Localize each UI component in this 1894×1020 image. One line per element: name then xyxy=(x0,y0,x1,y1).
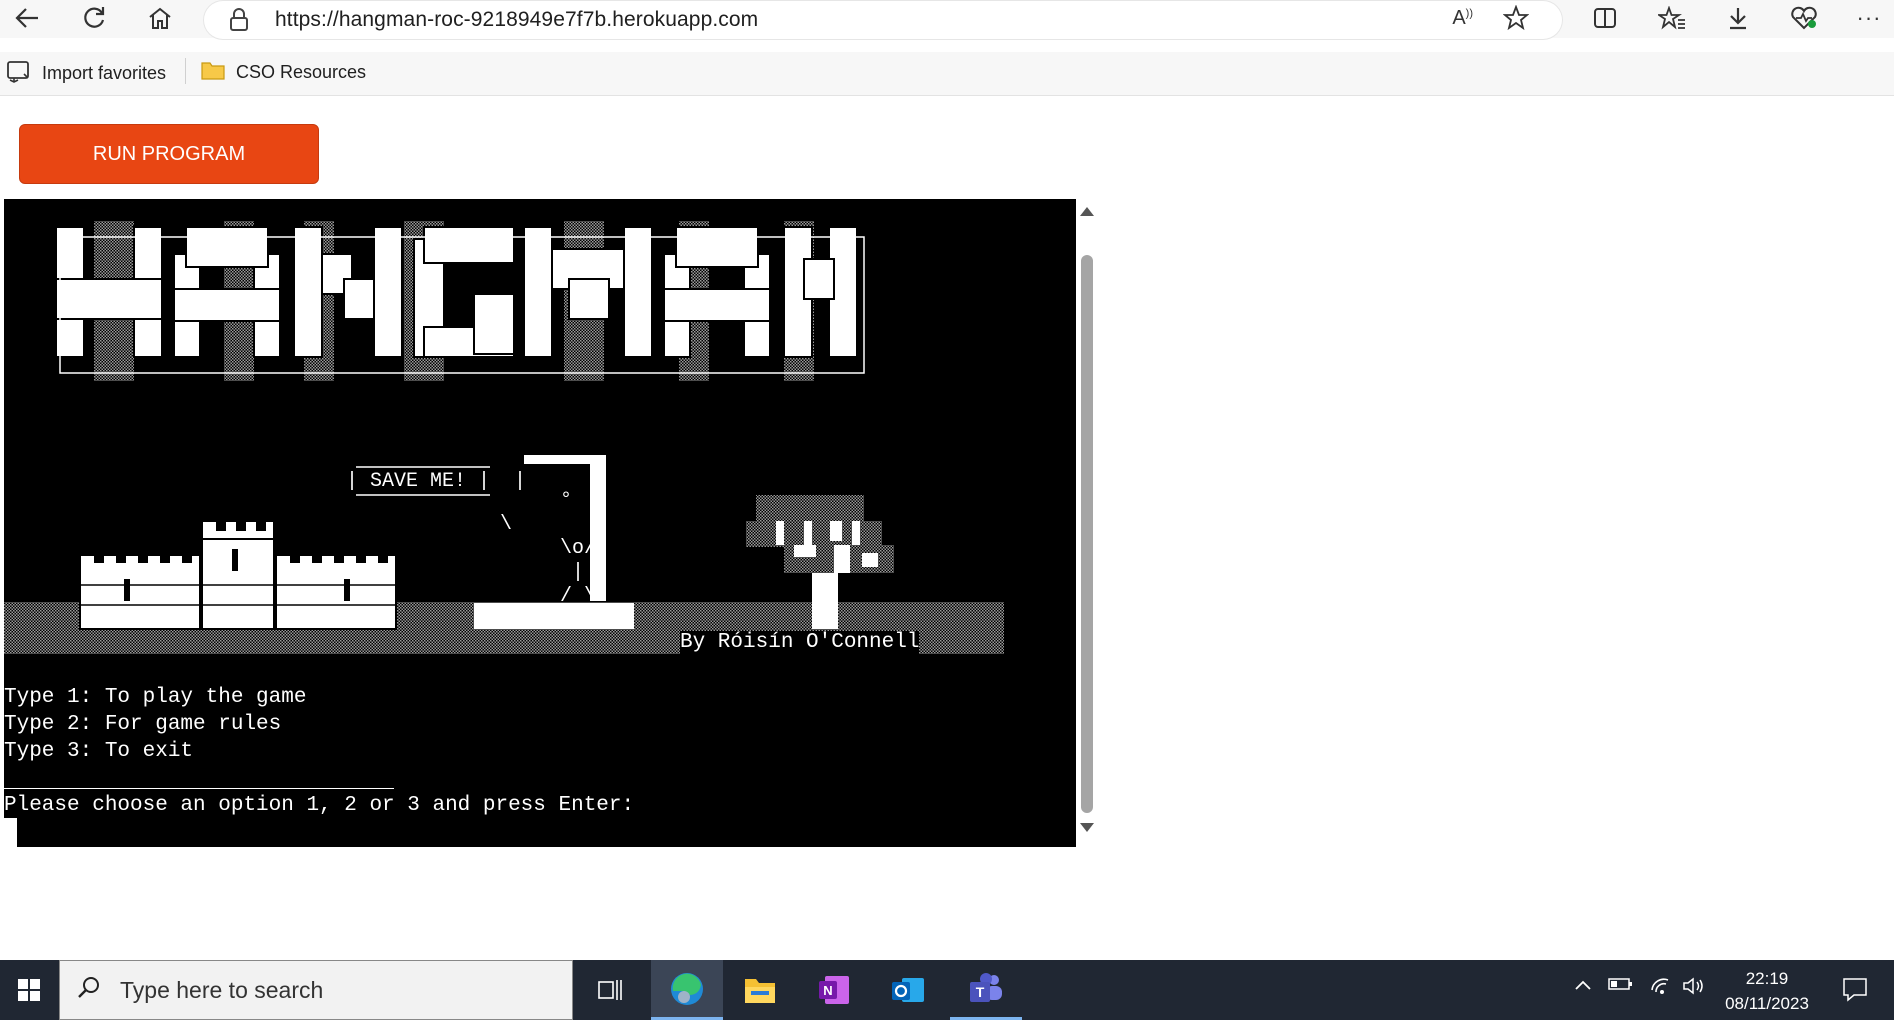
taskbar-search[interactable]: Type here to search xyxy=(59,960,573,1020)
favorites-icon[interactable] xyxy=(1653,2,1691,34)
svg-text:T: T xyxy=(976,984,985,1000)
clock[interactable]: 22:19 08/11/2023 xyxy=(1712,966,1822,1016)
clock-time: 22:19 xyxy=(1745,969,1789,988)
favorite-star-icon[interactable] xyxy=(1502,4,1530,36)
title-art xyxy=(55,221,865,381)
folder-icon xyxy=(200,59,226,86)
terminal-scrollbar[interactable] xyxy=(1076,199,1098,847)
input-prompt[interactable]: Please choose an option 1, 2 or 3 and pr… xyxy=(4,794,634,817)
refresh-icon[interactable] xyxy=(75,2,113,34)
read-aloud-icon[interactable]: A)) xyxy=(1452,7,1473,30)
chevron-up-icon[interactable] xyxy=(1574,976,1592,997)
downloads-icon[interactable] xyxy=(1719,2,1757,34)
menu-option-1: Type 1: To play the game xyxy=(4,686,307,709)
terminal[interactable]: | SAVE ME! | | ° \ \o/ | / \ By Róisín O… xyxy=(4,199,1076,847)
clock-date: 08/11/2023 xyxy=(1725,994,1809,1013)
favorites-bar: Import favorites CSO Resources xyxy=(0,52,1894,96)
task-view-icon[interactable] xyxy=(574,960,646,1020)
castle-art xyxy=(79,519,397,630)
volume-icon[interactable] xyxy=(1682,976,1706,1001)
taskbar: Type here to search N T 22:19 08/11/2023 xyxy=(0,960,1894,1020)
import-icon xyxy=(6,59,32,88)
menu-option-3: Type 3: To exit xyxy=(4,740,194,763)
split-screen-icon[interactable] xyxy=(1586,2,1624,34)
hangman-figure: ° \ \o/ | / \ xyxy=(500,489,597,608)
teams-icon[interactable]: T xyxy=(950,960,1022,1020)
more-options-icon[interactable]: ··· xyxy=(1850,2,1888,34)
windows-start-icon[interactable] xyxy=(0,960,58,1020)
url-text[interactable]: https://hangman-roc-9218949e7f7b.herokua… xyxy=(275,8,758,32)
search-icon xyxy=(76,975,102,1006)
search-placeholder[interactable]: Type here to search xyxy=(120,977,323,1004)
onenote-icon[interactable]: N xyxy=(798,960,870,1020)
menu-option-2: Type 2: For game rules xyxy=(4,713,282,736)
favorite-label: CSO Resources xyxy=(236,62,367,82)
svg-text:N: N xyxy=(823,983,832,998)
browser-essentials-icon[interactable] xyxy=(1785,2,1823,34)
battery-icon[interactable] xyxy=(1608,976,1634,997)
edge-icon[interactable] xyxy=(651,960,723,1020)
run-program-button[interactable]: RUN PROGRAM xyxy=(19,124,319,184)
terminal-corner xyxy=(0,818,17,848)
wifi-icon[interactable] xyxy=(1648,976,1672,1001)
notifications-icon[interactable] xyxy=(1842,976,1868,1007)
outlook-icon[interactable] xyxy=(872,960,944,1020)
menu-divider xyxy=(4,788,394,789)
scroll-down-icon[interactable] xyxy=(1080,823,1094,832)
byline: By Róisín O'Connell xyxy=(680,631,920,654)
favorite-cso-resources[interactable]: CSO Resources xyxy=(200,59,366,86)
speech-bubble-text: SAVE ME! xyxy=(370,470,467,493)
address-bar[interactable]: https://hangman-roc-9218949e7f7b.herokua… xyxy=(203,0,1563,40)
file-explorer-icon[interactable] xyxy=(724,960,796,1020)
lock-icon[interactable] xyxy=(229,8,249,37)
scroll-thumb[interactable] xyxy=(1081,255,1093,813)
home-icon[interactable] xyxy=(141,2,179,34)
favorite-import[interactable]: Import favorites xyxy=(6,59,166,88)
scroll-up-icon[interactable] xyxy=(1080,207,1094,216)
favorite-label: Import favorites xyxy=(42,63,167,83)
browser-toolbar: https://hangman-roc-9218949e7f7b.herokua… xyxy=(0,0,1894,40)
back-icon[interactable] xyxy=(8,2,46,34)
favorites-separator xyxy=(185,58,186,84)
